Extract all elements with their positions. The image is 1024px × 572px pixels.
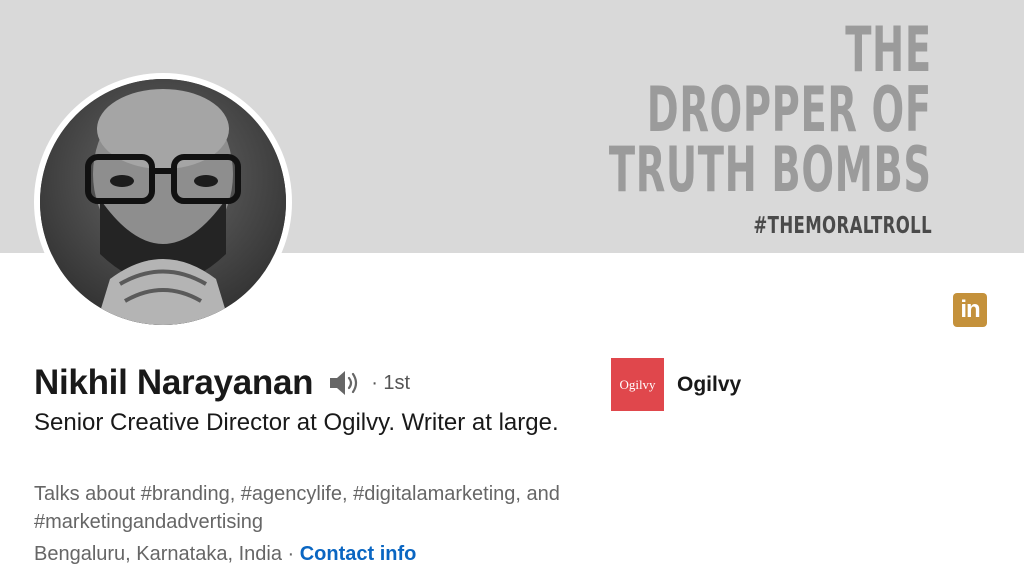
profile-headline: Senior Creative Director at Ogilvy. Writ… [34, 409, 559, 436]
connection-degree: · 1st [371, 371, 411, 394]
profile-name: Nikhil Narayanan [34, 363, 314, 402]
banner-line: THE [845, 13, 932, 86]
current-company[interactable]: Ogilvy Ogilvy [611, 358, 741, 411]
profile-photo[interactable] [34, 73, 292, 331]
talks-about: Talks about #branding, #agencylife, #dig… [34, 483, 560, 533]
linkedin-logo[interactable]: in [953, 293, 987, 327]
company-name: Ogilvy [677, 372, 742, 396]
banner-hashtag: #THEMORALTROLL [753, 213, 932, 239]
company-logo: Ogilvy [611, 358, 664, 411]
name-row: Nikhil Narayanan · 1st [34, 360, 410, 406]
location-row: Bengaluru, Karnataka, India · Contact in… [34, 540, 416, 568]
speaker-icon[interactable] [327, 368, 361, 398]
banner-line: TRUTH BOMBS [609, 133, 932, 206]
avatar-image [40, 79, 286, 325]
contact-info-link[interactable]: Contact info [300, 543, 417, 565]
banner-line: DROPPER OF [647, 73, 932, 146]
banner-headline: THE DROPPER OF TRUTH BOMBS [609, 13, 932, 206]
location: Bengaluru, Karnataka, India · [34, 543, 300, 565]
